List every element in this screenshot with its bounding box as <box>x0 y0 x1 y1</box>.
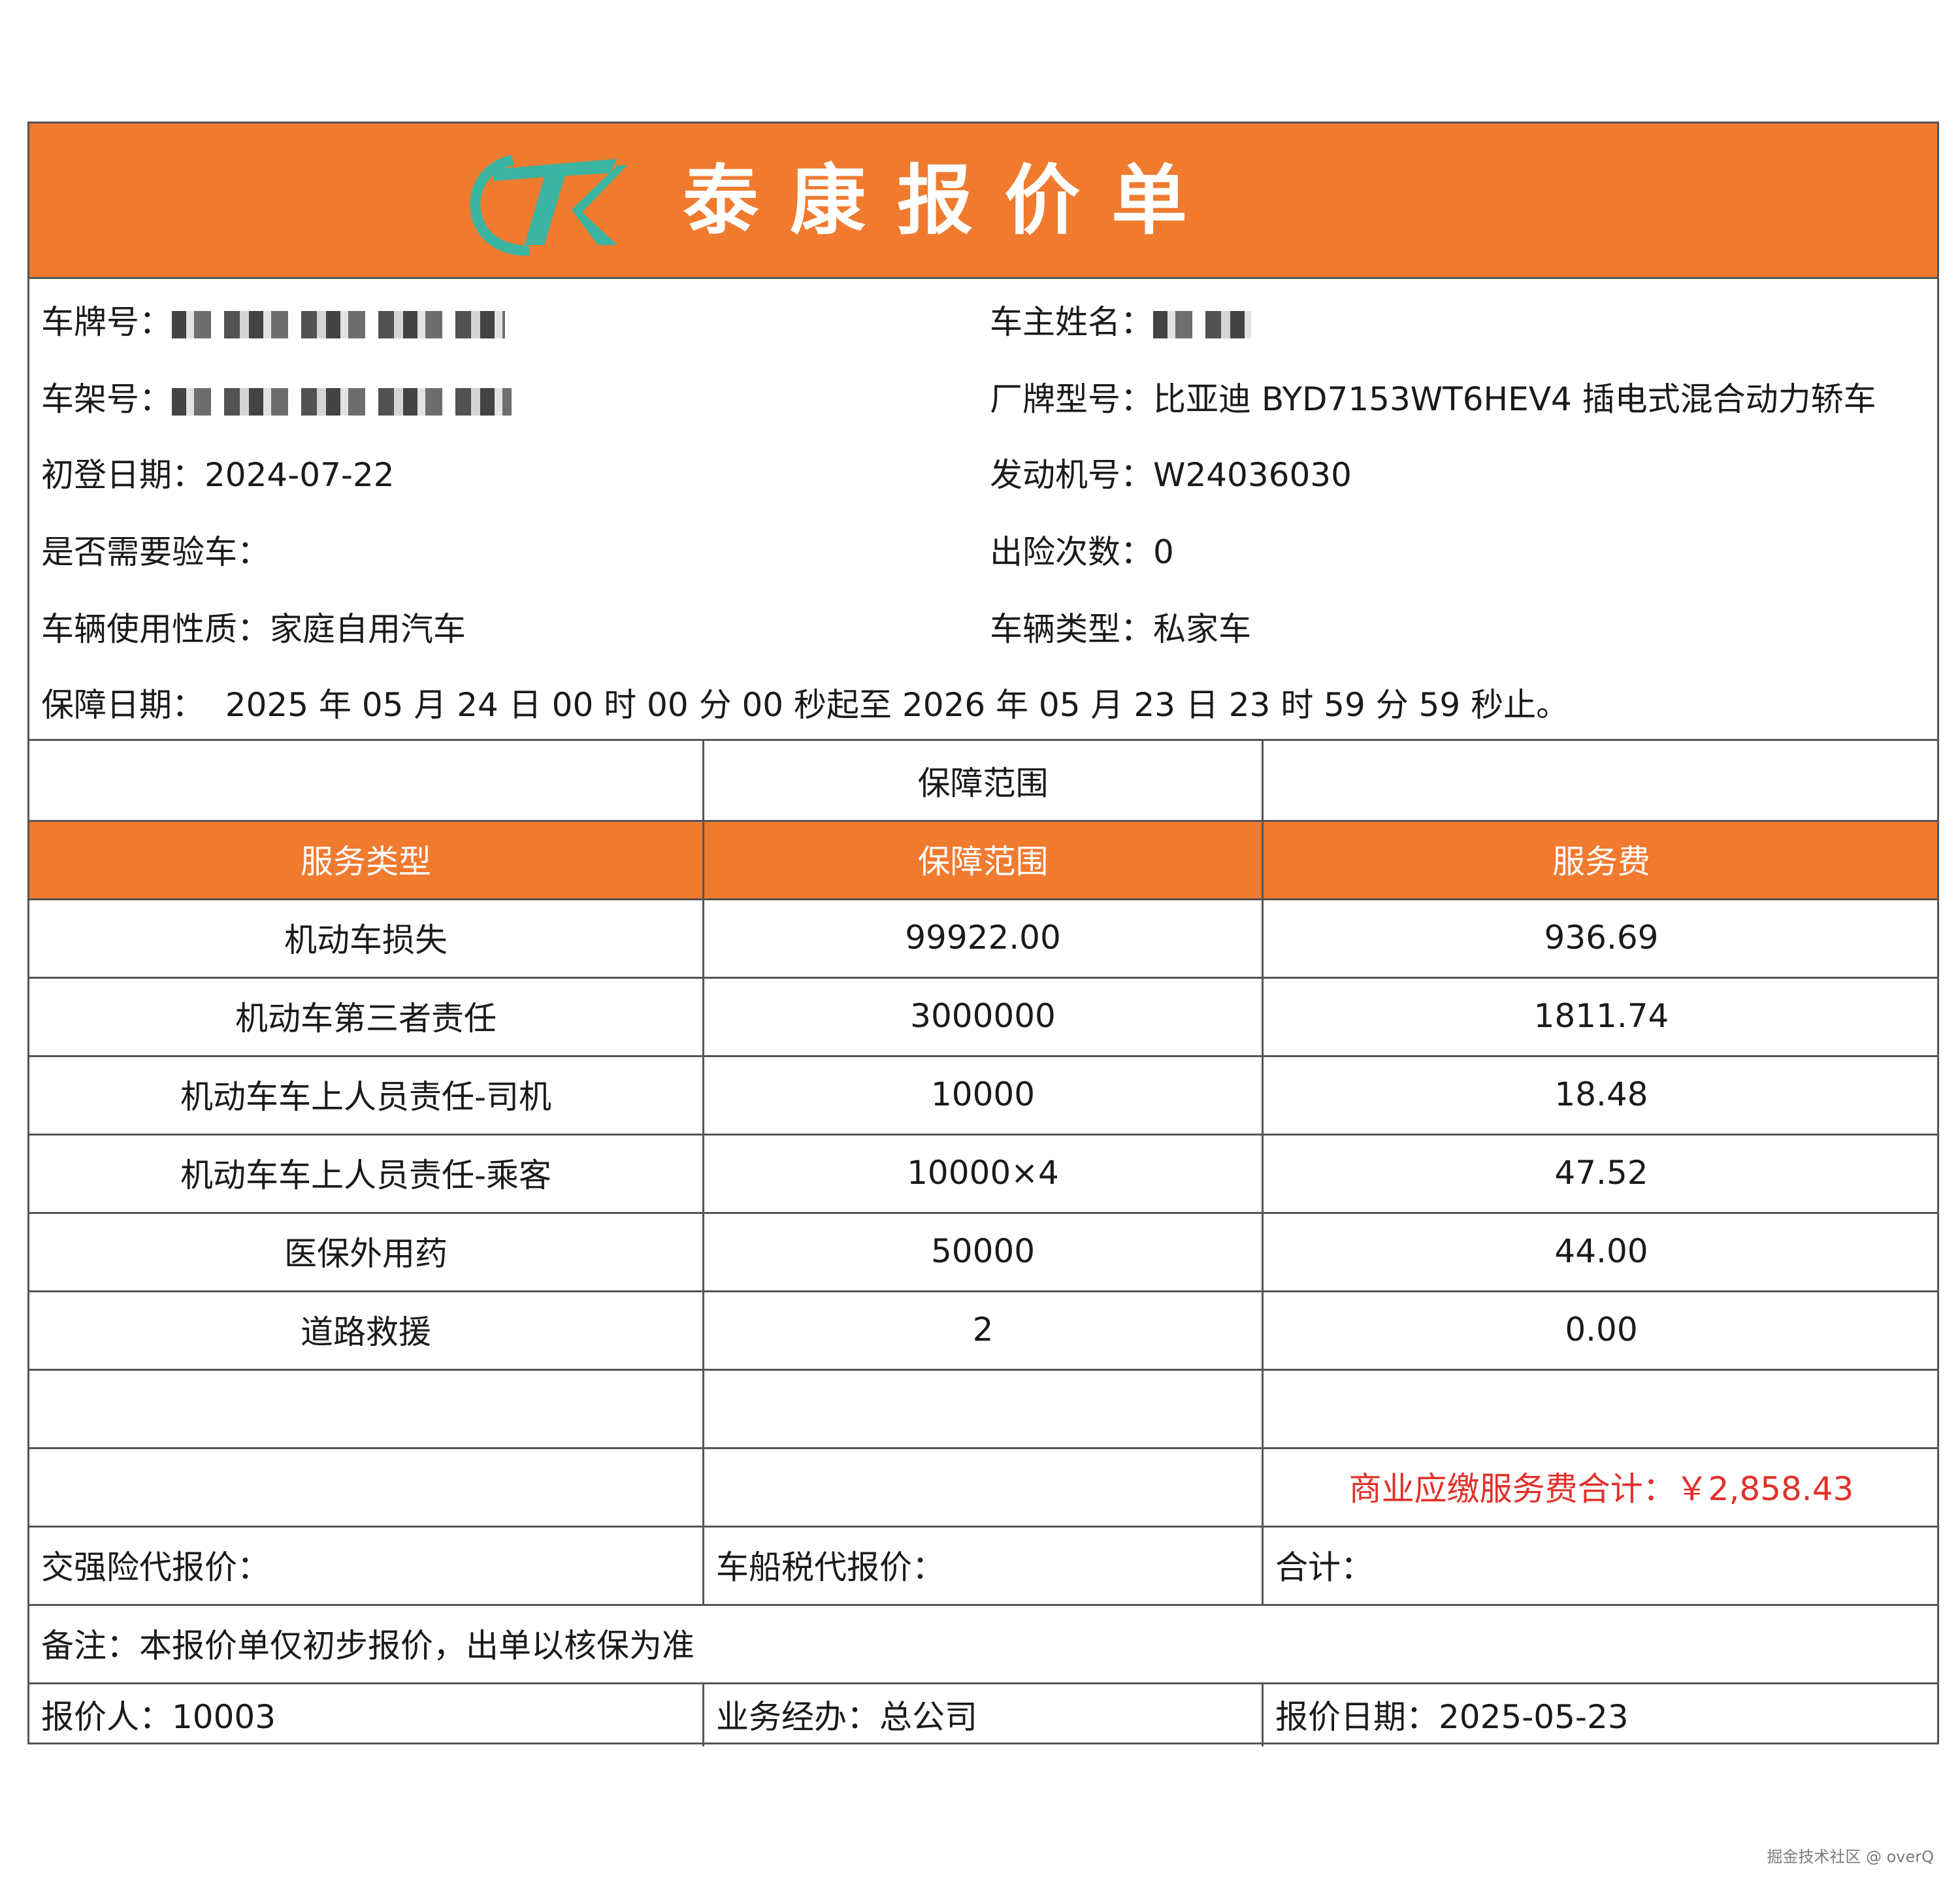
cell-fee: 47.52 <box>1554 1154 1648 1192</box>
cell-coverage: 2 <box>972 1311 994 1349</box>
row-divider <box>29 1369 1937 1371</box>
cell-fee: 0.00 <box>1565 1311 1638 1349</box>
compulsory-quote-label: 交强险代报价： <box>41 1548 270 1586</box>
agent: 业务经办：总公司 <box>716 1698 977 1736</box>
col-header-coverage: 保障范围 <box>917 843 1049 881</box>
cell-service-type: 道路救援 <box>301 1313 431 1351</box>
cell-service-type: 机动车损失 <box>284 921 448 959</box>
cell-fee: 1811.74 <box>1533 997 1669 1035</box>
cell-service-type: 机动车第三者责任 <box>235 1000 497 1038</box>
sum-label: 合计： <box>1275 1548 1373 1586</box>
cell-fee: 18.48 <box>1554 1075 1648 1113</box>
coverage-section-title: 保障范围 <box>917 764 1049 802</box>
col-header-fee: 服务费 <box>1552 843 1650 881</box>
commercial-total: 商业应缴服务费合计：￥2,858.43 <box>1348 1470 1854 1508</box>
quoter: 报价人：10003 <box>41 1698 276 1736</box>
cell-coverage: 99922.00 <box>905 919 1061 957</box>
quote-date: 报价日期：2025-05-23 <box>1275 1698 1629 1736</box>
col-header-service-type: 服务类型 <box>301 843 431 881</box>
cell-service-type: 机动车车上人员责任-乘客 <box>180 1156 552 1194</box>
cell-coverage: 50000 <box>930 1232 1036 1270</box>
vessel-tax-quote-label: 车船税代报价： <box>716 1548 945 1586</box>
cell-service-type: 医保外用药 <box>284 1235 448 1273</box>
cell-fee: 44.00 <box>1554 1232 1648 1270</box>
watermark: 掘金技术社区 @ overQ <box>1767 1848 1934 1866</box>
cell-service-type: 机动车车上人员责任-司机 <box>180 1078 552 1116</box>
remark: 备注：本报价单仅初步报价，出单以核保为准 <box>41 1627 694 1665</box>
quote-sheet: TK 泰康报价单 车牌号： 车主姓名： 车架号： 厂牌型号：比亚迪 BYD715… <box>27 122 1939 1746</box>
cell-coverage: 3000000 <box>910 997 1056 1035</box>
cell-fee: 936.69 <box>1544 919 1659 957</box>
cell-coverage: 10000×4 <box>907 1154 1059 1192</box>
cell-coverage: 10000 <box>930 1075 1036 1113</box>
